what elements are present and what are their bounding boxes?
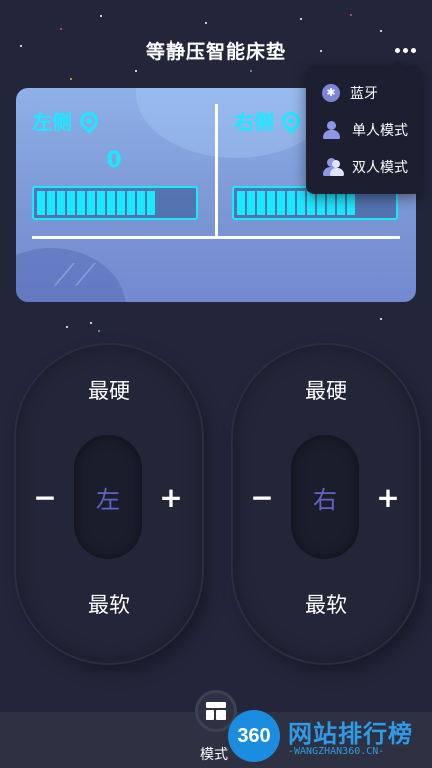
more-options-button[interactable] [392, 40, 418, 60]
pressure-bar-segment [267, 191, 275, 215]
left-decrease-button[interactable]: − [30, 481, 60, 514]
pressure-bar-segment [307, 191, 315, 215]
pressure-bar-segment [77, 191, 85, 215]
mattress-decoration: ⟋⟋ [54, 258, 96, 293]
pressure-bar-segment [337, 191, 345, 215]
pressure-bar-segment [137, 191, 145, 215]
pressure-bar-segment [257, 191, 265, 215]
right-firmness-control: 最硬 − 右 + 最软 [233, 345, 419, 663]
page-title: 等静压智能床垫 [145, 40, 286, 63]
watermark-url: -WANGZHAN360.CN- [288, 746, 385, 757]
pressure-bar-segment [237, 191, 245, 215]
left-increase-button[interactable]: + [156, 481, 186, 514]
left-pressure-bar [32, 186, 198, 220]
left-softest-button[interactable]: 最软 [16, 589, 202, 619]
right-decrease-button[interactable]: − [247, 481, 277, 514]
menu-item-bluetooth[interactable]: ✱ 蓝牙 [306, 74, 422, 111]
pressure-bar-segment [147, 191, 155, 215]
app-header: 等静压智能床垫 [0, 30, 432, 70]
layout-icon [206, 702, 226, 720]
more-dots-icon [394, 47, 400, 53]
right-softest-button[interactable]: 最软 [233, 589, 419, 619]
pressure-bar-segment [317, 191, 325, 215]
single-user-icon [322, 120, 342, 139]
panel-divider-vertical [215, 104, 218, 238]
right-increase-button[interactable]: + [373, 481, 403, 514]
panel-divider-horizontal [32, 236, 400, 239]
right-side-label: 右侧 [234, 106, 304, 135]
menu-item-single-mode[interactable]: 单人模式 [306, 111, 422, 148]
pressure-bar-segment [247, 191, 255, 215]
left-side-label: 左侧 [32, 106, 102, 135]
menu-item-double-mode[interactable]: 双人模式 [306, 148, 422, 185]
pressure-bar-segment [107, 191, 115, 215]
bluetooth-icon: ✱ [322, 83, 340, 102]
pressure-bar-segment [277, 191, 285, 215]
pressure-bar-segment [47, 191, 55, 215]
pressure-bar-segment [347, 191, 355, 215]
watermark-name: 网站排行榜 [288, 720, 413, 748]
pressure-bar-segment [57, 191, 65, 215]
site-watermark: 360 网站排行榜 -WANGZHAN360.CN- [226, 708, 432, 768]
pressure-bar-segment [297, 191, 305, 215]
location-pin-icon [76, 107, 102, 134]
location-pin-icon [278, 107, 304, 134]
pressure-bar-segment [67, 191, 75, 215]
two-users-icon [322, 157, 344, 176]
mode-label: 模式 [200, 747, 228, 763]
left-pressure-value: 0 [106, 148, 122, 173]
pressure-bar-segment [97, 191, 105, 215]
pressure-bar-segment [127, 191, 135, 215]
left-firmness-control: 最硬 − 左 + 最软 [16, 345, 202, 663]
pressure-bar-segment [87, 191, 95, 215]
watermark-logo: 360 [228, 710, 280, 762]
left-side-indicator: 左 [74, 435, 142, 559]
right-hardest-button[interactable]: 最硬 [233, 375, 419, 405]
pressure-bar-segment [37, 191, 45, 215]
right-side-indicator: 右 [291, 435, 359, 559]
pressure-bar-segment [117, 191, 125, 215]
mode-dropdown-menu: ✱ 蓝牙 单人模式 双人模式 [306, 59, 422, 194]
pressure-bar-segment [287, 191, 295, 215]
pressure-bar-segment [327, 191, 335, 215]
left-hardest-button[interactable]: 最硬 [16, 375, 202, 405]
